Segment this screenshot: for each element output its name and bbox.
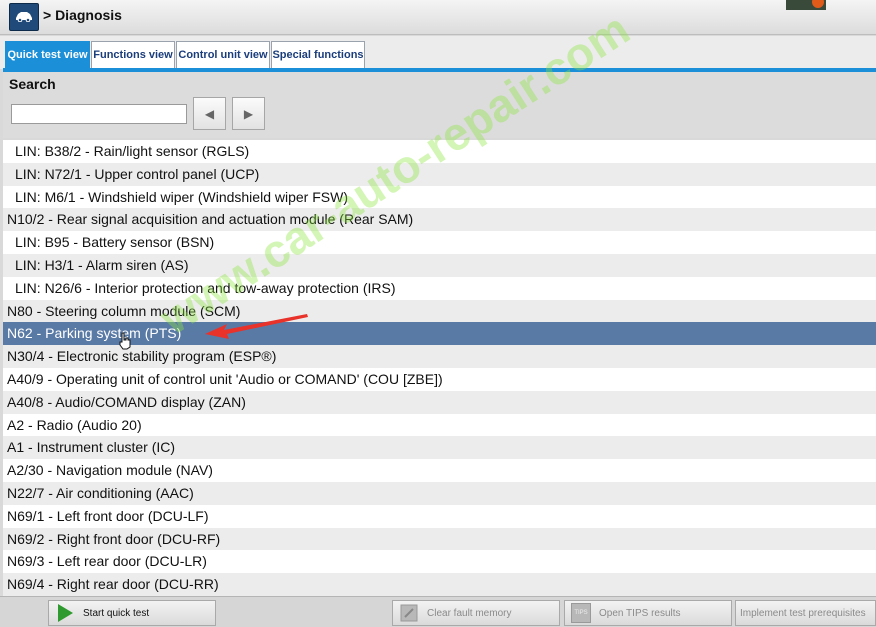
list-item[interactable]: N69/2 - Right front door (DCU-RF) xyxy=(3,527,876,551)
list-item[interactable]: LIN: B38/2 - Rain/light sensor (RGLS) xyxy=(3,140,876,163)
list-item-label: LIN: H3/1 - Alarm siren (AS) xyxy=(15,256,189,273)
list-item-label: A40/8 - Audio/COMAND display (ZAN) xyxy=(7,393,246,410)
list-item-label: LIN: N72/1 - Upper control panel (UCP) xyxy=(15,165,260,182)
list-item[interactable]: LIN: H3/1 - Alarm siren (AS) xyxy=(3,253,876,277)
status-icon xyxy=(786,0,826,10)
list-item-label: LIN: B95 - Battery sensor (BSN) xyxy=(15,234,215,251)
arrow-right-icon: ▶ xyxy=(243,106,254,121)
list-item-label: LIN: M6/1 - Windshield wiper (Windshield… xyxy=(15,188,348,205)
play-icon xyxy=(58,604,73,622)
tips-icon: TIPS xyxy=(571,603,591,623)
list-item-label: N80 - Steering column module (SCM) xyxy=(7,302,241,319)
open-tips-results-button[interactable]: TIPS Open TIPS results xyxy=(564,600,732,626)
list-item[interactable]: N30/4 - Electronic stability program (ES… xyxy=(3,345,876,368)
list-item-label: A40/9 - Operating unit of control unit '… xyxy=(7,370,443,387)
start-quick-test-button[interactable]: Start quick test xyxy=(48,600,216,626)
list-item-label: N22/7 - Air conditioning (AAC) xyxy=(7,484,194,501)
tab-control-unit-view[interactable]: Control unit view xyxy=(176,41,270,68)
list-item-label: N10/2 - Rear signal acquisition and actu… xyxy=(7,211,414,228)
tab-special-functions[interactable]: Special functions xyxy=(271,41,365,68)
car-icon xyxy=(16,12,32,22)
list-item[interactable]: LIN: N72/1 - Upper control panel (UCP) xyxy=(3,162,876,186)
list-item[interactable]: N10/2 - Rear signal acquisition and actu… xyxy=(3,208,876,232)
list-item[interactable]: A1 - Instrument cluster (IC) xyxy=(3,436,876,460)
list-item-label: N30/4 - Electronic stability program (ES… xyxy=(7,348,277,365)
eraser-icon xyxy=(400,604,418,622)
search-input[interactable] xyxy=(11,104,187,124)
implement-test-prerequisites-button[interactable]: Implement test prerequisites xyxy=(735,600,876,626)
clear-fault-memory-label: Clear fault memory xyxy=(427,607,512,619)
list-item[interactable]: LIN: M6/1 - Windshield wiper (Windshield… xyxy=(3,186,876,209)
vehicle-button[interactable] xyxy=(9,3,39,31)
list-item[interactable]: A40/9 - Operating unit of control unit '… xyxy=(3,368,876,391)
list-item-label: N69/4 - Right rear door (DCU-RR) xyxy=(7,576,219,593)
list-item-label: A2 - Radio (Audio 20) xyxy=(7,416,142,433)
list-item[interactable]: N69/1 - Left front door (DCU-LF) xyxy=(3,505,876,528)
annotation-arrow-icon xyxy=(205,314,308,339)
breadcrumb: > Diagnosis xyxy=(43,7,122,23)
list-item-label: LIN: B38/2 - Rain/light sensor (RGLS) xyxy=(15,143,250,159)
list-item-label: N69/3 - Left rear door (DCU-LR) xyxy=(7,553,207,570)
list-item-label: A1 - Instrument cluster (IC) xyxy=(7,439,176,456)
list-item-label: N69/2 - Right front door (DCU-RF) xyxy=(7,530,221,547)
list-item[interactable]: LIN: N26/6 - Interior protection and tow… xyxy=(3,277,876,300)
list-item[interactable]: N62 - Parking system (PTS) xyxy=(3,322,876,346)
list-item[interactable]: A40/8 - Audio/COMAND display (ZAN) xyxy=(3,390,876,414)
list-item[interactable]: LIN: B95 - Battery sensor (BSN) xyxy=(3,231,876,254)
list-item[interactable]: N22/7 - Air conditioning (AAC) xyxy=(3,481,876,505)
search-next-button[interactable]: ▶ xyxy=(232,97,265,130)
search-prev-button[interactable]: ◀ xyxy=(193,97,226,130)
list-item[interactable]: N80 - Steering column module (SCM) xyxy=(3,299,876,323)
list-item-label: N69/1 - Left front door (DCU-LF) xyxy=(7,507,209,524)
tab-functions-view[interactable]: Functions view xyxy=(91,41,175,68)
start-quick-test-label: Start quick test xyxy=(83,607,150,619)
list-item[interactable]: A2 - Radio (Audio 20) xyxy=(3,414,876,437)
list-item[interactable]: N69/4 - Right rear door (DCU-RR) xyxy=(3,573,876,596)
arrow-left-icon: ◀ xyxy=(204,106,215,121)
implement-test-prerequisites-label: Implement test prerequisites xyxy=(740,607,866,619)
clear-fault-memory-button[interactable]: Clear fault memory xyxy=(392,600,560,626)
list-item-label: N62 - Parking system (PTS) xyxy=(7,325,182,342)
list-item[interactable]: A2/30 - Navigation module (NAV) xyxy=(3,459,876,482)
hand-cursor-icon xyxy=(119,332,131,350)
search-label: Search xyxy=(9,76,56,92)
list-item[interactable]: N69/3 - Left rear door (DCU-LR) xyxy=(3,550,876,573)
list-item-label: A2/30 - Navigation module (NAV) xyxy=(7,462,213,479)
open-tips-results-label: Open TIPS results xyxy=(599,607,681,619)
title-bar xyxy=(0,0,876,35)
tab-quick-test-view[interactable]: Quick test view xyxy=(5,41,90,68)
control-unit-list[interactable]: LIN: B38/2 - Rain/light sensor (RGLS) LIN… xyxy=(3,140,876,596)
list-item-label: LIN: N26/6 - Interior protection and tow… xyxy=(15,279,396,296)
